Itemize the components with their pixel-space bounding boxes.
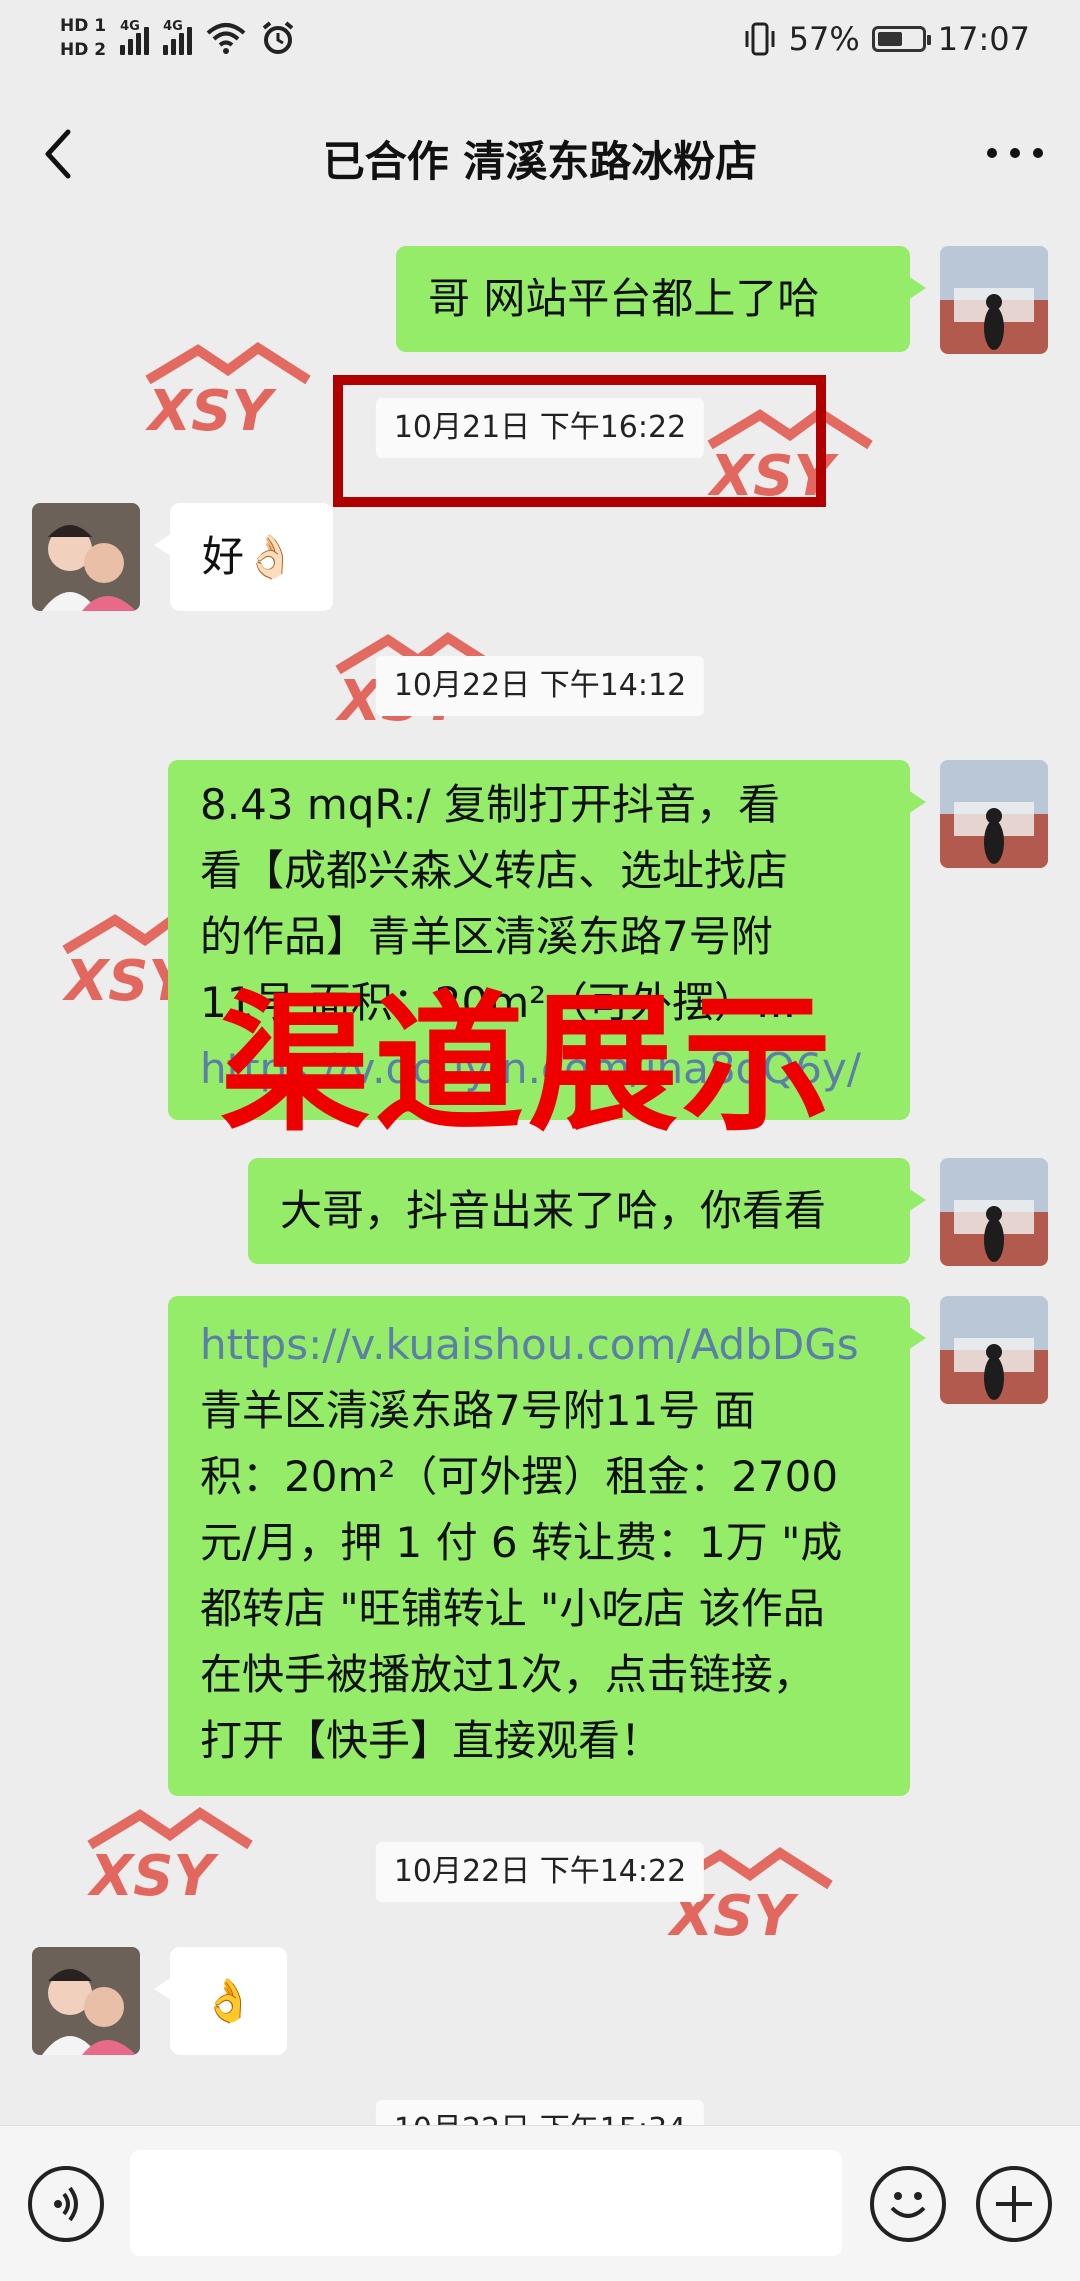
status-left: HD 1 HD 2 4G 4G: [60, 16, 296, 60]
network-2-label: 4G: [163, 19, 183, 34]
chat-title: 已合作 清溪东路冰粉店: [322, 137, 758, 186]
avatar-image: [940, 246, 1048, 354]
my-avatar[interactable]: [940, 1158, 1048, 1266]
timestamp: 10月22日 下午14:22: [375, 1842, 705, 1902]
clock: 17:07: [937, 20, 1030, 58]
svg-text:XSY: XSY: [87, 1844, 220, 1905]
chat-header: 已合作 清溪东路冰粉店: [0, 92, 1080, 220]
message-bubble-sent[interactable]: 哥 网站平台都上了哈: [396, 246, 926, 352]
message-link[interactable]: https://v.kuaishou.com/AdbDGs: [200, 1312, 878, 1378]
network-1-label: 4G: [120, 19, 140, 34]
message-line: 青羊区清溪东路7号附11号 面: [200, 1386, 756, 1435]
emoji-button[interactable]: [870, 2166, 946, 2242]
avatar-image: [32, 503, 140, 611]
battery-percent: 57%: [788, 20, 860, 58]
watermark-logo: XSY: [87, 1806, 253, 1905]
voice-input-icon: [54, 2186, 78, 2222]
banner-overlay: 渠道展示: [220, 978, 837, 1152]
timestamp: 10月22日 下午15:34: [375, 2100, 705, 2125]
battery-icon: [871, 26, 931, 52]
message-line: 积：20m²（可外摆）租金：2700: [200, 1452, 839, 1501]
emoji-icon: [890, 2192, 926, 2218]
message-input[interactable]: [130, 2150, 842, 2256]
status-bar: HD 1 HD 2 4G 4G 57% 17:07: [0, 0, 1080, 92]
signal-2-icon: 4G: [163, 19, 193, 55]
more-dots-icon[interactable]: [980, 128, 1050, 178]
message-text: 大哥，抖音出来了哈，你看看: [280, 1186, 827, 1235]
plus-button[interactable]: [976, 2166, 1052, 2242]
message-list[interactable]: XSY XSY XSY XSY XSY XSY 哥 网站平台都上了哈 10月21…: [0, 220, 1080, 2125]
vibrate-icon: [745, 22, 775, 56]
my-avatar[interactable]: [940, 246, 1048, 354]
message-bubble-sent[interactable]: https://v.kuaishou.com/AdbDGs 青羊区清溪东路7号附…: [168, 1296, 926, 1796]
message-bubble-received[interactable]: 好👌🏻: [154, 503, 333, 611]
svg-text:XSY: XSY: [145, 379, 278, 440]
message-line: 都转店 "旺铺转让 "小吃店 该作品: [200, 1584, 825, 1633]
avatar-image: [940, 1158, 1048, 1266]
message-line: 打开【快手】直接观看！: [200, 1716, 663, 1765]
avatar-image: [32, 1947, 140, 2055]
hd-2-label: HD 2: [60, 40, 107, 60]
avatar-image: [940, 760, 1048, 868]
avatar-image: [940, 1296, 1048, 1404]
watermark-logo: XSY: [145, 341, 311, 440]
contact-avatar[interactable]: [32, 503, 140, 611]
wifi-icon: [206, 23, 246, 54]
message-line: 8.43 mqR:/ 复制打开抖音，看: [200, 780, 780, 829]
alarm-icon: [262, 21, 294, 54]
message-line: 在快手被播放过1次，点击链接，: [200, 1650, 815, 1699]
message-text: 好👌🏻: [202, 532, 297, 581]
message-bubble-received[interactable]: 👌: [154, 1947, 287, 2055]
my-avatar[interactable]: [940, 1296, 1048, 1404]
status-right: 57% 17:07: [743, 20, 1030, 58]
input-bar: [0, 2125, 1080, 2281]
highlight-box: [333, 375, 826, 507]
contact-avatar[interactable]: [32, 1947, 140, 2055]
timestamp: 10月22日 下午14:12: [375, 656, 705, 716]
plus-icon: [996, 2186, 1032, 2222]
message-line: 的作品】青羊区清溪东路7号附: [200, 912, 773, 961]
signal-1-icon: 4G: [120, 19, 150, 55]
message-text: 哥 网站平台都上了哈: [428, 274, 820, 323]
message-text: 👌: [202, 1976, 255, 2025]
hd-1-label: HD 1: [60, 16, 107, 36]
voice-input-button[interactable]: [28, 2166, 104, 2242]
my-avatar[interactable]: [940, 760, 1048, 868]
message-line: 看【成都兴森义转店、选址找店: [200, 846, 789, 895]
message-bubble-sent[interactable]: 大哥，抖音出来了哈，你看看: [248, 1158, 926, 1264]
message-line: 元/月，押 1 付 6 转让费：1万 "成: [200, 1518, 843, 1567]
